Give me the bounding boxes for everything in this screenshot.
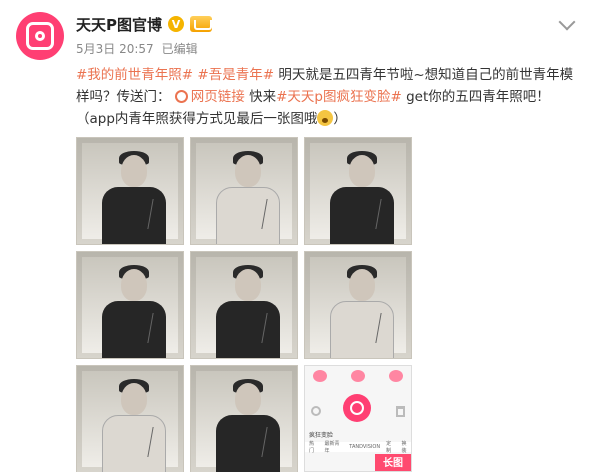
long-image-badge: 长图 xyxy=(375,454,411,471)
photo-tile[interactable] xyxy=(190,137,298,245)
photo-tile[interactable] xyxy=(304,251,412,359)
app-feature-icon xyxy=(351,370,365,382)
verified-badge-icon: V xyxy=(168,16,184,32)
app-tab: 换装 xyxy=(401,441,407,454)
post-header: 天天P图官博 V 5月3日 20:57 已编辑 xyxy=(76,14,212,57)
hashtag-link[interactable]: #我的前世青年照# xyxy=(76,67,193,83)
post-text: #我的前世青年照# #吾是青年# 明天就是五四青年节啦~想知道自己的前世青年模 … xyxy=(76,64,576,130)
edited-label[interactable]: 已编辑 xyxy=(162,40,198,57)
photo-tile[interactable] xyxy=(76,137,184,245)
trash-icon xyxy=(396,406,405,417)
hashtag-link[interactable]: #天天p图疯狂变脸# xyxy=(276,89,402,105)
photo-tile[interactable] xyxy=(304,137,412,245)
link-icon xyxy=(174,90,188,103)
post-body-text: （app内青年照获得方式见最后一张图哦 xyxy=(76,111,318,127)
web-link-label: 网页链接 xyxy=(190,89,245,105)
hashtag-link[interactable]: #吾是青年# xyxy=(197,67,274,83)
app-tab-bar: 热门 最新青年 TANDVISION 定制 换装 xyxy=(305,441,411,454)
web-link[interactable]: 网页链接 xyxy=(174,89,245,105)
post-body-text: 明天就是五四青年节啦~想知道自己的前世青年模 xyxy=(274,67,574,83)
app-tab: 热门 xyxy=(309,441,315,454)
app-screenshot-tile[interactable]: 疯狂变脸 热门 最新青年 TANDVISION 定制 换装 长图 xyxy=(304,365,412,472)
surprised-emoji-icon xyxy=(317,110,334,126)
account-name[interactable]: 天天P图官博 xyxy=(76,14,162,35)
post-body-text: 快来 xyxy=(244,89,277,105)
avatar[interactable] xyxy=(16,12,64,60)
app-tab: TANDVISION xyxy=(349,444,381,450)
camera-icon xyxy=(343,394,371,422)
photo-tile[interactable] xyxy=(190,365,298,472)
post-body-text: get你的五四青年照吧！ xyxy=(401,89,550,105)
app-feature-icon xyxy=(313,370,327,382)
post-body-text: 样吗？传送门： xyxy=(76,89,171,105)
camera-logo-icon xyxy=(26,22,54,50)
photo-tile[interactable] xyxy=(76,251,184,359)
app-icon-row xyxy=(313,370,403,382)
vip-icon[interactable] xyxy=(190,16,212,32)
app-tab: 定制 xyxy=(386,441,392,454)
image-grid: 疯狂变脸 热门 最新青年 TANDVISION 定制 换装 长图 xyxy=(76,137,412,472)
app-tab: 最新青年 xyxy=(324,441,340,454)
chevron-down-icon[interactable] xyxy=(558,13,576,31)
app-feature-icon xyxy=(389,370,403,382)
photo-tile[interactable] xyxy=(76,365,184,472)
app-screen-title: 疯狂变脸 xyxy=(309,432,334,439)
photo-tile[interactable] xyxy=(190,251,298,359)
gear-icon xyxy=(311,406,321,416)
post-body-text: ） xyxy=(333,111,347,127)
post-date: 5月3日 20:57 xyxy=(76,42,154,56)
